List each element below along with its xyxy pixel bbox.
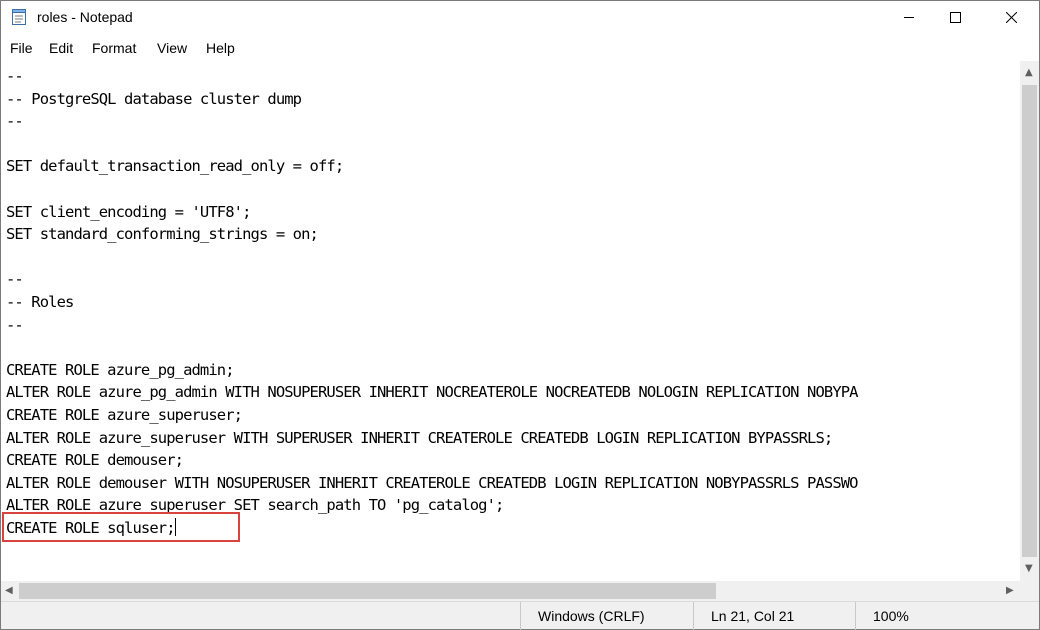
menu-file[interactable]: File — [10, 40, 33, 56]
maximize-button[interactable] — [932, 1, 978, 33]
close-button[interactable] — [988, 1, 1034, 33]
menu-edit[interactable]: Edit — [49, 40, 73, 56]
menu-format[interactable]: Format — [92, 40, 136, 56]
notepad-icon — [11, 9, 28, 25]
status-zoom: 100% — [855, 602, 1039, 630]
status-bar: Windows (CRLF) Ln 21, Col 21 100% — [1, 601, 1039, 630]
editor-line: ALTER ROLE demouser WITH NOSUPERUSER INH… — [6, 473, 859, 492]
editor-line: CREATE ROLE azure_pg_admin; — [6, 360, 235, 379]
status-cursor-position: Ln 21, Col 21 — [693, 602, 855, 630]
editor-line: -- PostgreSQL database cluster dump — [6, 89, 302, 108]
editor-line: -- Roles — [6, 292, 74, 311]
menu-bar: File Edit Format View Help — [1, 33, 1039, 61]
editor-line: CREATE ROLE azure_superuser; — [6, 405, 243, 424]
maximize-icon — [949, 11, 961, 23]
editor-content[interactable]: -- -- PostgreSQL database cluster dump -- … — [1, 61, 1020, 539]
horizontal-scroll-thumb[interactable] — [19, 583, 716, 599]
close-icon — [1005, 11, 1017, 23]
editor-line: -- — [6, 315, 24, 334]
editor-line: SET default_transaction_read_only = off; — [6, 157, 344, 176]
editor-line: -- — [6, 270, 24, 289]
editor-line: ALTER ROLE azure_superuser WITH SUPERUSE… — [6, 428, 833, 447]
notepad-window: roles - Notepad File Edit Format View He… — [0, 0, 1040, 630]
window-title: roles - Notepad — [37, 9, 133, 25]
editor-line: SET client_encoding = 'UTF8'; — [6, 202, 251, 221]
menu-help[interactable]: Help — [206, 40, 235, 56]
menu-view[interactable]: View — [157, 40, 187, 56]
scrollbar-corner — [1020, 581, 1039, 601]
scroll-left-arrow-icon[interactable]: ◀ — [5, 586, 13, 596]
editor-line: -- — [6, 67, 24, 85]
editor-line: SET standard_conforming_strings = on; — [6, 225, 319, 244]
status-line-ending: Windows (CRLF) — [520, 602, 693, 630]
minimize-icon — [904, 17, 914, 18]
editor-line: CREATE ROLE demouser; — [6, 451, 184, 470]
highlight-annotation-box — [2, 512, 240, 542]
vertical-scroll-thumb[interactable] — [1022, 85, 1037, 557]
scroll-right-arrow-icon[interactable]: ▶ — [1006, 586, 1014, 596]
title-bar[interactable]: roles - Notepad — [1, 1, 1039, 33]
scroll-up-arrow-icon[interactable]: ▲ — [1025, 68, 1033, 78]
editor-line: -- — [6, 112, 24, 131]
text-editor[interactable]: -- -- PostgreSQL database cluster dump -- … — [1, 61, 1020, 581]
editor-line: ALTER ROLE azure_pg_admin WITH NOSUPERUS… — [6, 383, 859, 402]
scroll-down-arrow-icon[interactable]: ▼ — [1025, 564, 1033, 574]
minimize-button[interactable] — [886, 1, 932, 33]
